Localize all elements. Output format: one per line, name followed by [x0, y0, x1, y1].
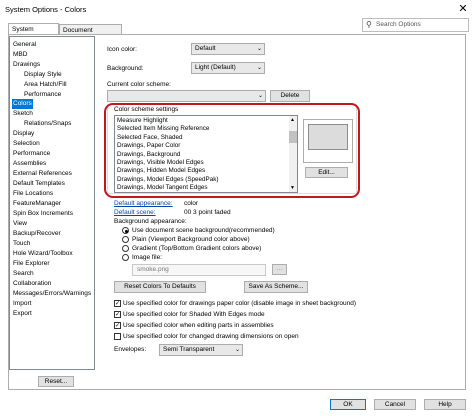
background-label: Background:	[107, 65, 144, 72]
tree-item-collaboration[interactable]: Collaboration	[13, 279, 51, 289]
reset-colors-button[interactable]: Reset Colors To Defaults	[114, 281, 206, 293]
tree-item-sketch[interactable]: Sketch	[13, 109, 33, 119]
radio-image-file-label: Image file:	[132, 254, 162, 261]
tree-item-drawings[interactable]: Drawings	[13, 60, 40, 70]
search-icon: ⚲	[366, 20, 372, 29]
tree-item-area-hatch[interactable]: Area Hatch/Fill	[24, 80, 67, 90]
envelopes-label: Envelopes:	[114, 346, 147, 353]
default-scene-link[interactable]: Default scene:	[114, 209, 156, 216]
save-scheme-button[interactable]: Save As Scheme...	[244, 281, 308, 293]
chevron-down-icon: ⌄	[257, 93, 263, 99]
default-scene-value: 00 3 point faded	[184, 209, 231, 216]
icon-color-label: Icon color:	[107, 46, 137, 53]
radio-plain-label: Plain (Viewport Background color above)	[132, 236, 250, 243]
help-button[interactable]: Help	[424, 399, 466, 410]
radio-gradient[interactable]	[122, 245, 129, 252]
tree-item-display[interactable]: Display	[13, 129, 34, 139]
search-input[interactable]: ⚲ Search Options	[362, 18, 469, 32]
tree-item-backup-recover[interactable]: Backup/Recover	[13, 229, 61, 239]
tree-item-selection[interactable]: Selection	[13, 139, 40, 149]
checkbox-changed-dimensions-label: Use specified color for changed drawing …	[123, 333, 299, 340]
checkbox-changed-dimensions[interactable]	[114, 333, 121, 340]
checkbox-shaded-edges-label: Use specified color for Shaded With Edge…	[123, 311, 265, 318]
radio-plain[interactable]	[122, 236, 129, 243]
radio-document-scene[interactable]	[122, 227, 129, 234]
background-appearance-label: Background appearance:	[114, 218, 187, 225]
radio-image-file[interactable]	[122, 254, 129, 261]
tree-item-featuremanager[interactable]: FeatureManager	[13, 199, 61, 209]
tree-item-external-references[interactable]: External References	[13, 169, 72, 179]
ok-button[interactable]: OK	[330, 399, 366, 410]
cancel-button[interactable]: Cancel	[374, 399, 416, 410]
window-title: System Options - Colors	[5, 5, 87, 14]
search-placeholder: Search Options	[376, 21, 421, 28]
current-scheme-label: Current color scheme:	[107, 81, 171, 88]
envelopes-select[interactable]: Semi Transparent ⌄	[159, 344, 243, 356]
tree-item-mbd[interactable]: MBD	[13, 50, 27, 60]
envelopes-value: Semi Transparent	[163, 346, 215, 353]
tree-item-hole-wizard[interactable]: Hole Wizard/Toolbox	[13, 249, 73, 259]
chevron-down-icon: ⌄	[256, 65, 262, 71]
tree-item-import[interactable]: Import	[13, 299, 31, 309]
background-select[interactable]: Light (Default) ⌄	[191, 62, 265, 74]
checkbox-paper-color-label: Use specified color for drawings paper c…	[123, 300, 357, 307]
default-appearance-link[interactable]: Default appearance:	[114, 200, 173, 207]
background-value: Light (Default)	[195, 64, 236, 71]
radio-document-scene-label: Use document scene background(recommende…	[132, 227, 275, 234]
tree-item-assemblies[interactable]: Assemblies	[13, 159, 46, 169]
tree-item-file-locations[interactable]: File Locations	[13, 189, 53, 199]
chevron-down-icon: ⌄	[256, 46, 262, 52]
tree-item-performance[interactable]: Performance	[13, 149, 50, 159]
checkbox-paper-color[interactable]: ✓	[114, 300, 121, 307]
chevron-down-icon: ⌄	[234, 347, 240, 353]
image-file-input[interactable]: smoke.png	[132, 264, 266, 276]
tree-item-view[interactable]: View	[13, 219, 27, 229]
options-tree[interactable]: General MBD Drawings Display Style Area …	[9, 36, 95, 370]
checkbox-shaded-edges[interactable]: ✓	[114, 311, 121, 318]
checkbox-editing-parts[interactable]: ✓	[114, 322, 121, 329]
tree-item-display-style[interactable]: Display Style	[24, 70, 62, 80]
tree-item-messages[interactable]: Messages/Errors/Warnings	[13, 289, 91, 299]
tree-item-general[interactable]: General	[13, 40, 36, 50]
close-icon[interactable]: ✕	[455, 2, 471, 16]
radio-gradient-label: Gradient (Top/Bottom Gradient colors abo…	[132, 245, 262, 252]
highlight-annotation	[104, 103, 360, 198]
tree-item-default-templates[interactable]: Default Templates	[13, 179, 65, 189]
default-appearance-value: color	[184, 200, 199, 207]
icon-color-select[interactable]: Default ⌄	[191, 43, 265, 55]
browse-button[interactable]: ...	[272, 264, 287, 275]
current-scheme-select[interactable]: ⌄	[107, 90, 266, 102]
tree-item-spin-box[interactable]: Spin Box Increments	[13, 209, 73, 219]
tree-item-relations-snaps[interactable]: Relations/Snaps	[24, 119, 71, 129]
reset-button[interactable]: Reset...	[38, 376, 74, 387]
tree-item-export[interactable]: Export	[13, 309, 32, 319]
checkbox-editing-parts-label: Use specified color when editing parts i…	[123, 322, 274, 329]
tree-item-touch[interactable]: Touch	[13, 239, 30, 249]
tree-item-colors[interactable]: Colors	[12, 99, 33, 109]
tree-item-search[interactable]: Search	[13, 269, 34, 279]
delete-button[interactable]: Delete	[270, 90, 310, 102]
icon-color-value: Default	[195, 45, 216, 52]
tree-item-file-explorer[interactable]: File Explorer	[13, 259, 49, 269]
